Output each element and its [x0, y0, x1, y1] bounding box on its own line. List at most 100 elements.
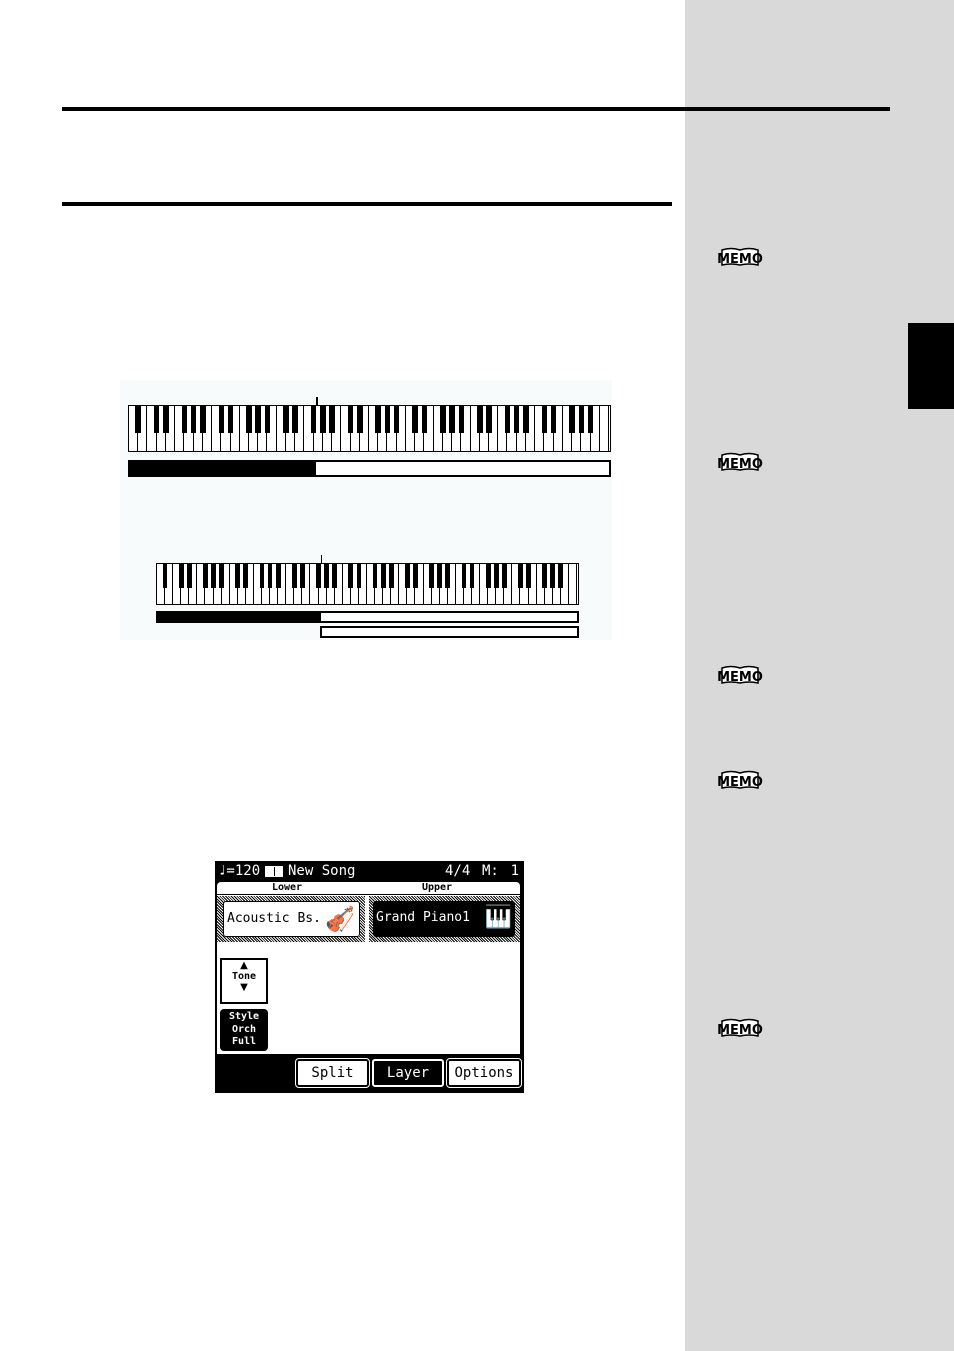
options-button[interactable]: Options: [446, 1058, 522, 1088]
upper-tone-button[interactable]: Grand Piano1 🎹: [373, 901, 515, 937]
black-key: [469, 564, 475, 589]
white-key: [600, 406, 609, 451]
black-key: [299, 564, 305, 589]
svg-text:MEMO: MEMO: [717, 670, 763, 685]
upper-tone-name: Grand Piano1: [376, 910, 470, 925]
black-key: [429, 564, 435, 589]
black-key: [485, 564, 491, 589]
black-key: [181, 406, 188, 434]
chapter-tab: [908, 323, 954, 409]
svg-text:MEMO: MEMO: [717, 1023, 763, 1038]
black-key: [178, 564, 184, 589]
black-key: [493, 564, 499, 589]
black-key: [332, 564, 338, 589]
black-key: [190, 406, 197, 434]
black-key: [372, 564, 378, 589]
lower-range-fill: [128, 460, 317, 477]
tempo: ♩=120: [218, 863, 261, 879]
svg-text:MEMO: MEMO: [717, 775, 763, 790]
piano-keyboard: [156, 563, 579, 605]
svg-text:MEMO: MEMO: [717, 252, 763, 267]
black-key: [283, 406, 289, 434]
black-key: [413, 564, 418, 589]
lcd-screen: ♩=120 New Song 4/4 M: 1 Lower Upper Acou…: [215, 861, 524, 1093]
black-key: [440, 406, 446, 434]
bass-icon: 🎻: [325, 905, 355, 933]
black-key: [219, 564, 225, 589]
top-rule: [62, 107, 890, 111]
black-key: [316, 564, 321, 589]
black-key: [291, 564, 297, 589]
lower-tone-name: Acoustic Bs.: [227, 911, 321, 926]
lcd-body: Lower Upper Acoustic Bs. 🎻 Grand Piano1 …: [217, 882, 520, 1054]
black-key: [243, 564, 249, 589]
section-rule: [62, 202, 672, 206]
black-key: [375, 406, 381, 434]
memo-icon: MEMO: [713, 665, 767, 687]
black-key: [501, 564, 507, 589]
black-key: [292, 406, 298, 434]
layer-button[interactable]: Layer: [372, 1059, 444, 1087]
style-line: Style: [228, 1011, 260, 1022]
black-key: [320, 406, 326, 434]
black-key: [211, 564, 216, 589]
black-key: [518, 564, 523, 589]
black-key: [135, 406, 141, 434]
black-key: [267, 564, 273, 589]
lower-range-bar: [156, 611, 579, 623]
black-key: [255, 406, 261, 434]
memo-icon: MEMO: [713, 770, 767, 792]
black-key: [449, 406, 455, 434]
memo-icon: MEMO: [713, 1018, 767, 1040]
black-key: [348, 564, 354, 589]
black-key: [329, 406, 335, 434]
lower-label: Lower: [271, 882, 303, 893]
black-key: [153, 406, 160, 434]
split-point-marker: [320, 555, 323, 563]
book-icon: [265, 866, 283, 877]
lcd-header: ♩=120 New Song 4/4 M: 1: [218, 863, 521, 880]
black-key: [523, 406, 529, 434]
down-arrow-icon: ▼: [240, 982, 248, 993]
style-orch-full-button[interactable]: Style Orch Full: [220, 1009, 268, 1051]
measure-value: 1: [510, 863, 519, 879]
black-key: [542, 564, 548, 589]
memo-icon: MEMO: [713, 247, 767, 269]
black-key: [558, 564, 564, 589]
black-key: [235, 564, 241, 589]
black-key: [310, 406, 317, 434]
black-key: [504, 406, 511, 434]
black-key: [393, 406, 400, 434]
split-point-marker: [316, 397, 318, 405]
split-button[interactable]: Split: [295, 1058, 370, 1088]
style-line: Full: [231, 1036, 257, 1047]
piano-keyboard: [128, 405, 611, 452]
song-name: New Song: [288, 863, 356, 879]
range-bar: [128, 460, 611, 477]
black-key: [526, 564, 531, 589]
black-key: [186, 564, 192, 589]
upper-range-bar: [319, 626, 579, 638]
black-key: [458, 406, 465, 434]
black-key: [356, 564, 362, 589]
style-line: Orch: [231, 1023, 257, 1035]
black-key: [461, 564, 467, 589]
black-key: [477, 406, 483, 434]
black-key: [227, 406, 234, 434]
black-key: [357, 406, 363, 434]
lower-tone-button[interactable]: Acoustic Bs. 🎻: [223, 901, 360, 937]
black-key: [203, 564, 208, 589]
black-key: [163, 406, 169, 434]
black-key: [264, 406, 271, 434]
black-key: [380, 564, 386, 589]
black-key: [200, 406, 206, 434]
keyboard-split-diagram: [120, 380, 612, 640]
black-key: [412, 406, 418, 434]
black-key: [259, 564, 265, 589]
black-key: [246, 406, 252, 434]
black-key: [324, 564, 330, 589]
black-key: [384, 406, 391, 434]
black-key: [569, 406, 575, 434]
black-key: [587, 406, 594, 434]
tone-scroll-button[interactable]: ▲ Tone ▼: [220, 958, 268, 1004]
